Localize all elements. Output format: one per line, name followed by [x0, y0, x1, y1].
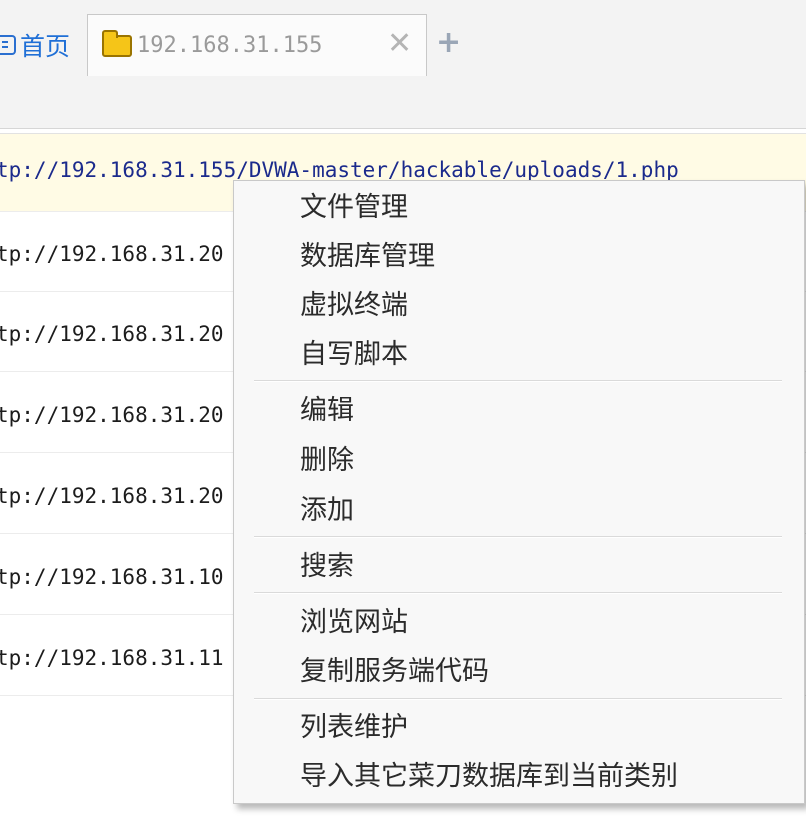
menu-separator	[254, 536, 782, 538]
menu-item-custom-script[interactable]: 自写脚本	[300, 338, 408, 372]
menu-item-list-maintenance[interactable]: 列表维护	[300, 711, 408, 745]
menu-item-add[interactable]: 添加	[300, 494, 354, 528]
url-text: tp://192.168.31.20	[0, 322, 224, 346]
url-text: tp://192.168.31.10	[0, 565, 224, 589]
close-icon[interactable]: ✕	[387, 27, 412, 61]
menu-item-copy-server-code[interactable]: 复制服务端代码	[300, 655, 489, 689]
tab-home-label: 首页	[20, 32, 71, 61]
tab-site-label: 192.168.31.155	[137, 33, 323, 58]
home-page-icon	[0, 35, 16, 55]
plus-icon[interactable]: +	[436, 26, 461, 60]
menu-item-file-manager[interactable]: 文件管理	[300, 191, 408, 225]
url-text: tp://192.168.31.20	[0, 242, 224, 266]
menu-item-import-database[interactable]: 导入其它菜刀数据库到当前类别	[300, 760, 678, 794]
menu-item-search[interactable]: 搜索	[300, 550, 354, 584]
menu-item-edit[interactable]: 编辑	[300, 394, 354, 428]
menu-separator	[254, 592, 782, 594]
menu-item-delete[interactable]: 删除	[300, 444, 354, 478]
url-text: tp://192.168.31.20	[0, 484, 224, 508]
tab-bar: 首页 192.168.31.155 ✕ +	[0, 0, 806, 129]
context-menu: 文件管理 数据库管理 虚拟终端 自写脚本 编辑 删除 添加 搜索 浏览网站 复制…	[233, 180, 805, 804]
menu-separator	[254, 698, 782, 700]
tab-site-192-168-31-155[interactable]: 192.168.31.155	[87, 14, 427, 76]
folder-icon	[102, 29, 132, 57]
url-text: tp://192.168.31.155/DVWA-master/hackable…	[0, 158, 679, 182]
menu-item-virtual-terminal[interactable]: 虚拟终端	[300, 289, 408, 323]
url-text: tp://192.168.31.11	[0, 646, 224, 670]
url-text: tp://192.168.31.20	[0, 403, 224, 427]
menu-item-browse-site[interactable]: 浏览网站	[300, 606, 408, 640]
menu-separator	[254, 380, 782, 382]
menu-item-database-manager[interactable]: 数据库管理	[300, 240, 435, 274]
tab-home[interactable]: 首页	[0, 14, 86, 76]
